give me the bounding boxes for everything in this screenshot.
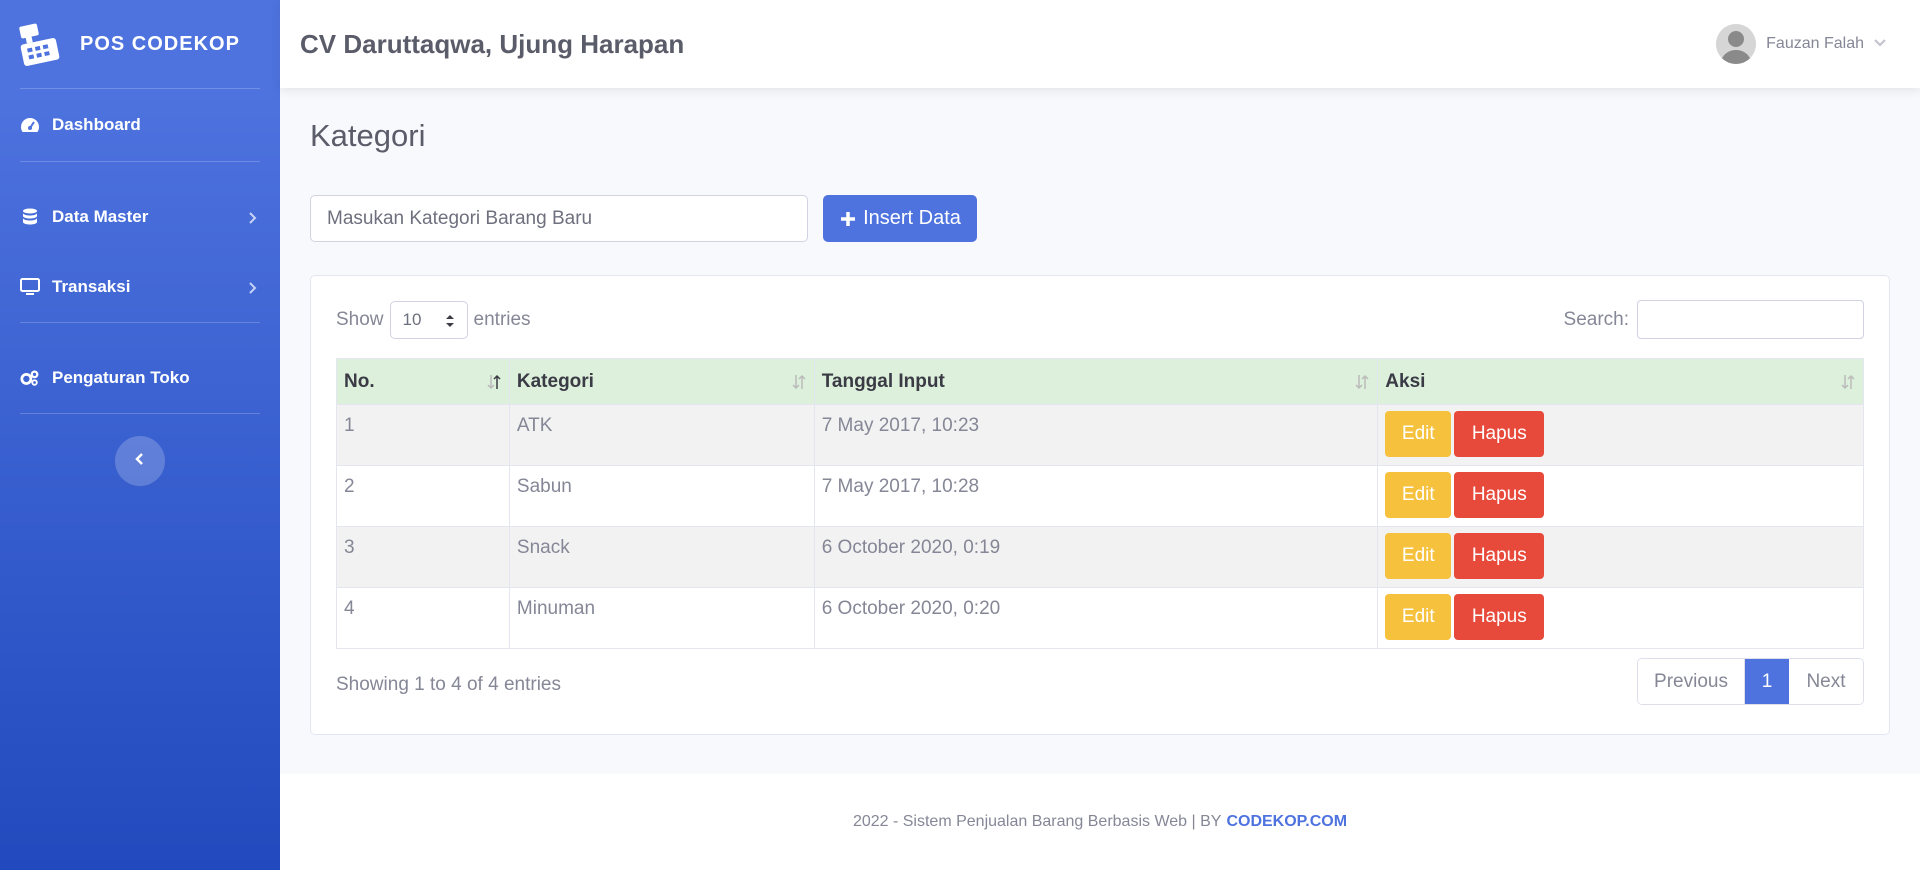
cell-aksi: Edit Hapus <box>1377 587 1864 649</box>
column-header-label: Tanggal Input <box>821 370 945 392</box>
sort-icon <box>1841 374 1855 390</box>
sort-asc-icon <box>487 374 501 390</box>
sidebar-item-pengaturan-toko[interactable]: Pengaturan Toko <box>0 343 280 413</box>
chevron-left-icon <box>134 452 146 471</box>
table-info: Showing 1 to 4 of 4 entries <box>336 674 561 695</box>
cell-no: 4 <box>336 587 510 649</box>
desktop-icon <box>20 277 40 297</box>
category-table: No. Kategori Tanggal Input Aksi 1 ATK 7 … <box>336 358 1864 649</box>
sort-icon <box>792 374 806 390</box>
chevron-right-icon <box>246 280 260 294</box>
cell-tanggal: 7 May 2017, 10:28 <box>813 465 1379 527</box>
edit-button[interactable]: Edit <box>1385 411 1452 457</box>
edit-button[interactable]: Edit <box>1385 533 1452 579</box>
table-row: 3 Snack 6 October 2020, 0:19 Edit Hapus <box>336 526 1864 588</box>
show-label: Show <box>336 309 384 330</box>
chevron-right-icon <box>246 210 260 224</box>
main-content: Kategori Insert Data Show 10 entries Sea… <box>280 88 1920 774</box>
cogs-icon <box>20 368 40 388</box>
column-header-kategori[interactable]: Kategori <box>508 358 815 405</box>
sidebar: POS CODEKOP Dashboard Data Master Transa… <box>0 0 280 870</box>
pagination-previous[interactable]: Previous <box>1638 659 1745 704</box>
avatar <box>1716 24 1757 64</box>
search-label: Search: <box>1563 308 1629 330</box>
delete-button[interactable]: Hapus <box>1454 411 1545 457</box>
cell-kategori: Snack <box>508 526 815 588</box>
sort-arrows-icon <box>445 313 455 333</box>
delete-button[interactable]: Hapus <box>1454 594 1545 640</box>
entries-select-value: 10 <box>402 310 422 329</box>
database-icon <box>20 207 40 227</box>
cell-no: 2 <box>336 465 510 527</box>
sidebar-item-label: Transaksi <box>52 277 131 296</box>
category-table-card: Show 10 entries Search: No. Kategori Tan… <box>310 275 1890 735</box>
sidebar-divider <box>20 322 260 323</box>
column-header-label: Kategori <box>516 370 594 392</box>
insert-data-label: Insert Data <box>863 207 961 229</box>
pagination-page-1[interactable]: 1 <box>1745 659 1789 704</box>
company-name: CV Daruttaqwa, Ujung Harapan <box>300 28 685 59</box>
user-name: Fauzan Falah <box>1766 35 1864 52</box>
sidebar-item-dashboard[interactable]: Dashboard <box>0 89 280 161</box>
cell-kategori: Minuman <box>508 587 815 649</box>
user-menu[interactable]: Fauzan Falah <box>1716 24 1886 64</box>
cell-tanggal: 6 October 2020, 0:20 <box>813 587 1379 649</box>
cell-tanggal: 7 May 2017, 10:23 <box>813 404 1379 466</box>
cell-no: 3 <box>336 526 510 588</box>
column-header-label: No. <box>344 370 375 392</box>
plus-icon <box>839 210 857 228</box>
sidebar-item-data-master[interactable]: Data Master <box>0 182 280 252</box>
footer-text: 2022 - Sistem Penjualan Barang Berbasis … <box>852 813 1222 830</box>
edit-button[interactable]: Edit <box>1385 594 1452 640</box>
entries-select[interactable]: 10 <box>389 301 468 339</box>
column-header-no[interactable]: No. <box>336 358 510 405</box>
sidebar-item-label: Data Master <box>52 207 149 226</box>
new-category-input[interactable] <box>310 195 808 242</box>
sidebar-item-label: Pengaturan Toko <box>52 368 190 387</box>
cell-kategori: ATK <box>508 404 815 466</box>
cell-tanggal: 6 October 2020, 0:19 <box>813 526 1379 588</box>
column-header-tanggal-input[interactable]: Tanggal Input <box>813 358 1379 405</box>
cell-aksi: Edit Hapus <box>1377 465 1864 527</box>
table-row: 1 ATK 7 May 2017, 10:23 Edit Hapus <box>336 404 1864 466</box>
entries-label: entries <box>473 309 531 330</box>
cash-register-icon <box>18 21 64 67</box>
insert-data-button[interactable]: Insert Data <box>823 195 977 242</box>
brand-name: POS CODEKOP <box>80 32 240 55</box>
entries-length-control: Show 10 entries <box>336 301 531 339</box>
sidebar-toggle-button[interactable] <box>115 436 165 486</box>
table-search: Search: <box>1564 300 1864 339</box>
footer-link[interactable]: CODEKOP.COM <box>1226 813 1347 831</box>
table-row: 2 Sabun 7 May 2017, 10:28 Edit Hapus <box>336 465 1864 527</box>
sort-icon <box>1355 374 1369 390</box>
delete-button[interactable]: Hapus <box>1454 533 1545 579</box>
column-header-label: Aksi <box>1385 370 1426 392</box>
sidebar-divider <box>20 413 260 414</box>
sidebar-divider <box>20 161 260 162</box>
delete-button[interactable]: Hapus <box>1454 472 1545 518</box>
page-title: Kategori <box>310 118 426 153</box>
table-row: 4 Minuman 6 October 2020, 0:20 Edit Hapus <box>336 587 1864 649</box>
footer: 2022 - Sistem Penjualan Barang Berbasis … <box>280 774 1920 870</box>
sidebar-brand[interactable]: POS CODEKOP <box>0 0 280 88</box>
tachometer-icon <box>20 115 40 135</box>
topbar: CV Daruttaqwa, Ujung Harapan Fauzan Fala… <box>280 0 1920 88</box>
cell-kategori: Sabun <box>508 465 815 527</box>
table-header-row: No. Kategori Tanggal Input Aksi <box>336 358 1864 405</box>
pagination-next[interactable]: Next <box>1789 659 1863 704</box>
edit-button[interactable]: Edit <box>1385 472 1452 518</box>
sidebar-item-label: Dashboard <box>52 115 141 134</box>
cell-aksi: Edit Hapus <box>1377 404 1864 466</box>
column-header-aksi[interactable]: Aksi <box>1377 358 1864 405</box>
search-input[interactable] <box>1637 300 1864 339</box>
pagination: Previous 1 Next <box>1637 658 1864 705</box>
cell-aksi: Edit Hapus <box>1377 526 1864 588</box>
cell-no: 1 <box>336 404 510 466</box>
chevron-down-icon <box>1874 35 1886 53</box>
sidebar-item-transaksi[interactable]: Transaksi <box>0 252 280 322</box>
